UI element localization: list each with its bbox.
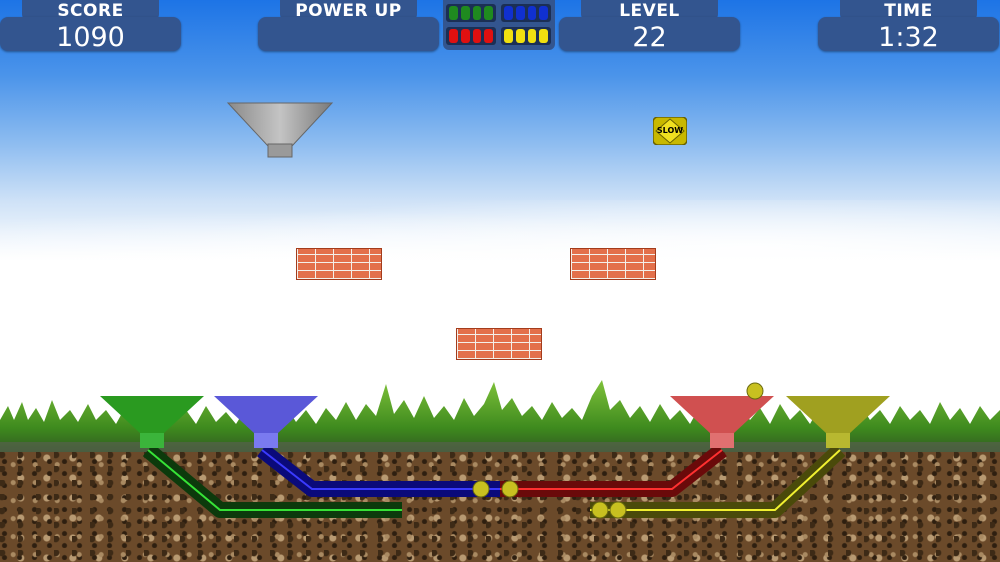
time-label: TIME [884,1,933,21]
slow-powerup-icon[interactable]: SLOW [652,116,688,146]
blue-ball-indicator [501,4,551,22]
ball-color-indicator [443,0,555,50]
yellow-ball-indicator [501,27,551,45]
score-label: SCORE [57,1,124,21]
level-value: 22 [632,22,667,53]
score-value: 1090 [56,22,125,53]
powerup-label: POWER UP [295,1,402,21]
soil-ground [0,452,1000,562]
time-panel: TIME 1:32 [818,0,999,53]
red-ball-indicator [446,27,496,45]
powerup-panel: POWER UP [258,0,439,52]
grass-strip [0,380,1000,460]
brick-block [456,328,542,360]
level-label: LEVEL [619,1,680,21]
clouds [0,200,1000,320]
level-panel: LEVEL 22 [559,0,740,53]
time-value: 1:32 [878,22,939,53]
score-panel: SCORE 1090 [0,0,181,53]
powerup-item-label: SLOW [656,126,684,135]
green-ball-indicator [446,4,496,22]
brick-block [296,248,382,280]
brick-block [570,248,656,280]
